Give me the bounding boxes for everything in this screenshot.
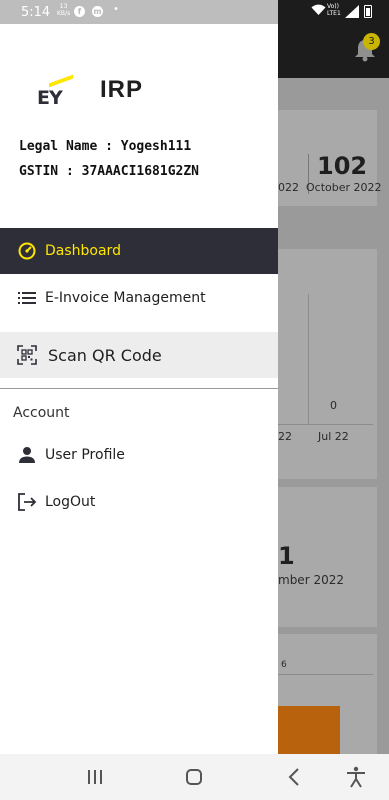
network-speed-value: 13 <box>59 3 68 10</box>
account-section-title: Account <box>13 405 70 421</box>
recent-apps-icon[interactable] <box>83 766 107 788</box>
navigation-drawer: EY IRP Legal Name : Yogesh111 GSTIN : 37… <box>0 24 278 754</box>
network-type: Vo)) LTE1 <box>327 3 341 17</box>
dashboard-icon <box>18 242 36 260</box>
background-card-prev-label: 022 <box>278 181 299 194</box>
facebook-icon: f <box>74 6 85 17</box>
network-speed: 13 KB/s <box>57 3 70 17</box>
menu-item-einvoice-management[interactable]: E-Invoice Management <box>0 275 278 321</box>
system-navigation-bar <box>0 754 389 800</box>
user-icon <box>19 447 35 463</box>
volte-label: Vo)) <box>327 3 339 10</box>
background-card-label: October 2022 <box>306 181 382 194</box>
background-card-label-2: mber 2022 <box>278 573 344 587</box>
wifi-icon <box>311 4 326 16</box>
background-card-value: 102 <box>317 152 368 180</box>
background-chart-card <box>278 249 377 479</box>
more-notifications-dot-icon: • <box>113 4 119 15</box>
messenger-icon: m <box>92 6 103 17</box>
signal-icon <box>345 5 359 18</box>
gstin: GSTIN : 37AAACI1681G2ZN <box>19 164 200 179</box>
background-dashboard: 3 102 022 October 2022 0 22 Jul 22 1 mbe… <box>278 24 389 754</box>
menu-item-dashboard[interactable]: Dashboard <box>0 228 278 274</box>
background-chart-zero-label: 0 <box>330 399 337 412</box>
notification-count-badge: 3 <box>363 33 380 50</box>
list-icon <box>18 292 36 304</box>
menu-item-scan-qr-label: Scan QR Code <box>48 345 162 365</box>
menu-item-scan-qr[interactable]: Scan QR Code <box>0 332 278 378</box>
legal-name: Legal Name : Yogesh111 <box>19 139 192 154</box>
menu-item-user-profile-label: User Profile <box>45 447 125 463</box>
background-chart-gridline <box>308 294 309 424</box>
app-name: IRP <box>100 76 144 103</box>
background-chart-axis <box>278 424 373 425</box>
ey-logo-text: EY <box>37 87 63 109</box>
background-chart-tick: Jul 22 <box>318 430 349 443</box>
back-icon[interactable] <box>283 766 307 788</box>
battery-icon <box>364 5 372 18</box>
accessibility-icon[interactable] <box>344 766 368 788</box>
menu-item-einvoice-label: E-Invoice Management <box>45 290 206 306</box>
menu-item-logout[interactable]: LogOut <box>0 479 278 525</box>
menu-divider <box>0 388 278 389</box>
logout-icon <box>18 493 37 511</box>
menu-item-logout-label: LogOut <box>45 494 96 510</box>
lte-label: LTE1 <box>327 10 341 17</box>
menu-item-user-profile[interactable]: User Profile <box>0 432 278 478</box>
ey-logo: EY <box>33 74 75 109</box>
background-chart-value: 6 <box>281 660 287 670</box>
background-chart-tick: 22 <box>278 430 292 443</box>
ey-logo-beam <box>49 74 73 88</box>
network-speed-unit: KB/s <box>57 10 71 17</box>
home-icon[interactable] <box>182 766 206 788</box>
status-time: 5:14 <box>21 5 51 20</box>
background-chart-gridline-2 <box>278 674 373 675</box>
menu-item-dashboard-label: Dashboard <box>45 243 121 259</box>
background-chart-bar <box>278 706 340 754</box>
background-card-value-2: 1 <box>278 542 295 570</box>
status-bar: 5:14 13 KB/s f m • Vo)) LTE1 <box>0 0 389 24</box>
qr-scan-icon <box>17 345 37 365</box>
